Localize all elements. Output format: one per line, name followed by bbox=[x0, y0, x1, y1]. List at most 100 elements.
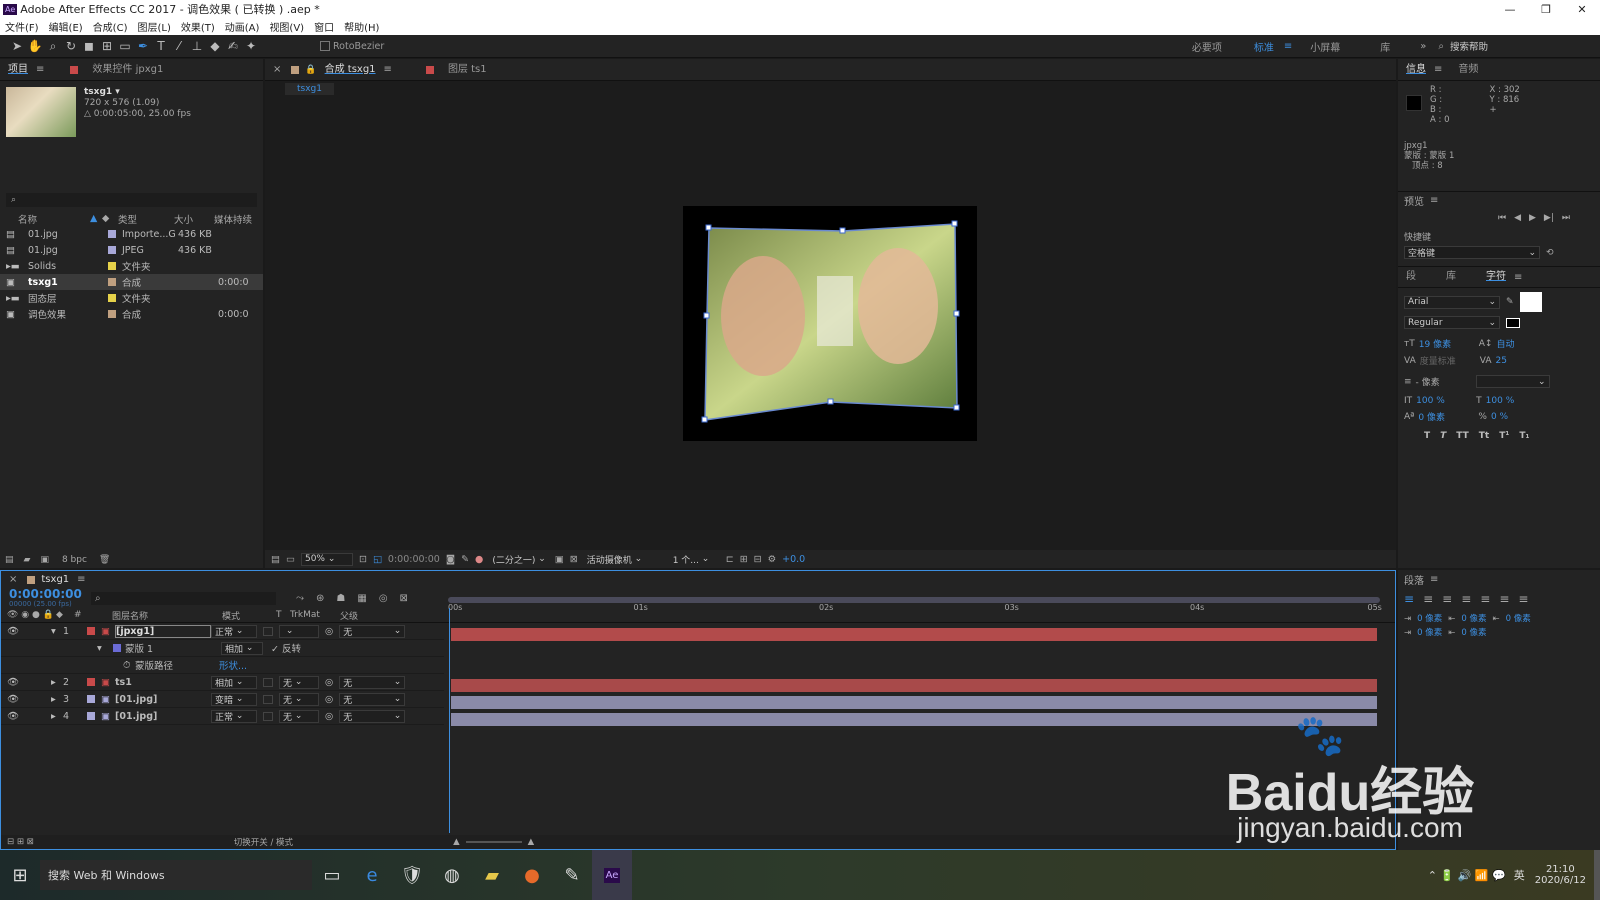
fit-icon[interactable]: ⊡ bbox=[359, 554, 367, 565]
kerning-value[interactable]: 度量标准 bbox=[1420, 354, 1476, 367]
tray-icons[interactable]: ⌃ 🔋 🔊 📶 💬 bbox=[1428, 869, 1506, 882]
rectangle-tool-icon[interactable]: ▭ bbox=[116, 37, 134, 55]
resolution-dropdown[interactable]: (二分之一) ⌄ bbox=[489, 553, 548, 566]
menu-composition[interactable]: 合成(C) bbox=[93, 19, 128, 34]
workspace-menu-icon[interactable]: ≡ bbox=[1284, 41, 1292, 52]
exposure-value[interactable]: +0.0 bbox=[782, 554, 805, 565]
edge-icon[interactable]: e bbox=[352, 850, 392, 900]
ime-indicator[interactable]: 英 bbox=[1514, 867, 1525, 883]
clock-time[interactable]: 21:10 bbox=[1535, 864, 1586, 875]
toggle-pixel-icon[interactable]: ⊏ bbox=[726, 554, 734, 565]
twirl-icon[interactable]: ▾ bbox=[51, 626, 63, 637]
timeline-timecode[interactable]: 0:00:00:00 bbox=[9, 588, 89, 600]
trkmat-dropdown[interactable]: 无 ⌄ bbox=[279, 675, 319, 689]
layer-row[interactable]: ⏱ 蒙版路径 形状... bbox=[1, 657, 444, 674]
zoom-dropdown[interactable]: 50% ⌄ bbox=[300, 552, 353, 566]
task-view-icon[interactable]: ▭ bbox=[312, 850, 352, 900]
project-item[interactable]: ▣ 调色效果 合成 0:00:0 bbox=[0, 306, 263, 322]
mask-inverted[interactable]: ✓ 反转 bbox=[271, 641, 301, 655]
project-item[interactable]: ▸▬ 固态层 文件夹 bbox=[0, 290, 263, 306]
visibility-eye-icon[interactable]: 👁 bbox=[1, 626, 51, 637]
col-layer-name[interactable]: 图层名称 bbox=[112, 609, 222, 622]
indent-first-value[interactable]: 0 像素 bbox=[1461, 612, 1486, 626]
align-center-icon[interactable]: ≡ bbox=[1423, 592, 1433, 606]
channel-icon[interactable]: ● bbox=[475, 554, 483, 565]
align-right-icon[interactable]: ≡ bbox=[1442, 592, 1452, 606]
reset-shortcut-icon[interactable]: ⟲ bbox=[1546, 248, 1554, 258]
font-size-value[interactable]: 19 像素 bbox=[1419, 337, 1475, 350]
roto-brush-tool-icon[interactable]: ✍ bbox=[224, 37, 242, 55]
justify-center-icon[interactable]: ≡ bbox=[1480, 592, 1490, 606]
mask-color[interactable] bbox=[113, 644, 121, 652]
baseline-shift-value[interactable]: 0 像素 bbox=[1418, 410, 1474, 423]
app-icon-2[interactable]: ◍ bbox=[432, 850, 472, 900]
item-name[interactable]: tsxg1 ▾ bbox=[84, 87, 191, 98]
menu-window[interactable]: 窗口 bbox=[314, 19, 334, 34]
rotobezier-checkbox[interactable] bbox=[320, 41, 330, 51]
subscript-button[interactable]: T₁ bbox=[1519, 431, 1529, 441]
layer-row[interactable]: 👁 ▾ 1 ▣ [jpxg1] 正常 ⌄ ⌄ ◎ 无 ⌄ bbox=[1, 623, 444, 640]
tab-project[interactable]: 项目 bbox=[0, 59, 36, 81]
stroke-color-swatch[interactable] bbox=[1506, 317, 1520, 328]
shy-layers-icon[interactable]: ☗ bbox=[336, 593, 345, 604]
current-time[interactable]: 0:00:00:00 bbox=[388, 554, 440, 565]
comp-menu-icon[interactable]: ≡ bbox=[384, 64, 392, 75]
menu-edit[interactable]: 编辑(E) bbox=[49, 19, 83, 34]
tsume-value[interactable]: 0 % bbox=[1491, 412, 1508, 422]
col-trkmat[interactable]: TrkMat bbox=[290, 610, 340, 620]
timeline-search[interactable]: ⌕ bbox=[91, 591, 276, 605]
pick-whip-icon[interactable]: ◎ bbox=[325, 626, 333, 637]
more-workspaces-icon[interactable]: » bbox=[1420, 41, 1426, 52]
close-timeline-icon[interactable]: × bbox=[9, 574, 17, 585]
character-menu-icon[interactable]: ≡ bbox=[1514, 272, 1522, 283]
always-preview-icon[interactable]: ▤ bbox=[271, 554, 280, 565]
preserve-transparency-checkbox[interactable] bbox=[263, 677, 273, 687]
col-t[interactable]: T bbox=[276, 610, 290, 620]
show-snapshot-icon[interactable]: ✎ bbox=[461, 554, 469, 565]
menu-layer[interactable]: 图层(L) bbox=[137, 19, 170, 34]
eraser-tool-icon[interactable]: ◆ bbox=[206, 37, 224, 55]
tracking-value[interactable]: 25 bbox=[1496, 356, 1507, 366]
layer-row[interactable]: 👁 ▸ 3 ▣ [01.jpg] 变暗 ⌄ 无 ⌄ ◎ 无 ⌄ bbox=[1, 691, 444, 708]
mask-name[interactable]: 蒙版 1 bbox=[125, 641, 221, 655]
search-help-input[interactable]: 搜索帮助 bbox=[1450, 39, 1600, 53]
playhead[interactable] bbox=[449, 608, 450, 833]
font-family-dropdown[interactable]: Arial ⌄ bbox=[1404, 295, 1500, 309]
horizontal-scale-value[interactable]: 100 % bbox=[1486, 396, 1515, 406]
layer-mode-dropdown[interactable]: 相加 ⌄ bbox=[211, 675, 257, 689]
frame-blending-icon[interactable]: ▦ bbox=[357, 593, 366, 604]
new-folder-icon[interactable]: ▰ bbox=[24, 555, 31, 565]
twirl-icon[interactable]: ▸ bbox=[51, 711, 63, 722]
pan-behind-tool-icon[interactable]: ⊞ bbox=[98, 37, 116, 55]
app-icon-1[interactable]: 🛡 bbox=[392, 850, 432, 900]
faux-italic-button[interactable]: T bbox=[1440, 431, 1446, 441]
label-color[interactable] bbox=[108, 230, 116, 238]
display-icon[interactable]: ▭ bbox=[286, 554, 295, 565]
twirl-icon[interactable]: ▸ bbox=[51, 677, 63, 688]
search-help-icon[interactable]: ⌕ bbox=[1438, 41, 1444, 52]
clock-date[interactable]: 2020/6/12 bbox=[1535, 875, 1586, 886]
zoom-in-icon[interactable]: ▲ bbox=[528, 837, 535, 847]
justify-left-icon[interactable]: ≡ bbox=[1461, 592, 1471, 606]
tab-effect-controls[interactable]: 效果控件 jpxg1 bbox=[84, 59, 171, 81]
twirl-icon[interactable]: ▾ bbox=[97, 643, 109, 654]
space-before-value[interactable]: 0 像素 bbox=[1417, 626, 1442, 640]
last-frame-icon[interactable]: ⏭ bbox=[1562, 213, 1570, 223]
transparency-grid-icon[interactable]: ⊠ bbox=[570, 554, 578, 565]
twirl-icon[interactable]: ▸ bbox=[51, 694, 63, 705]
taskbar-search[interactable]: 搜索 Web 和 Windows bbox=[40, 860, 312, 890]
align-left-icon[interactable]: ≡ bbox=[1404, 592, 1414, 606]
project-item[interactable]: ▤ 01.jpg JPEG 436 KB bbox=[0, 242, 263, 258]
layer-label-color[interactable] bbox=[87, 695, 95, 703]
layer-duration-bar[interactable] bbox=[451, 696, 1377, 709]
3d-draft-icon[interactable]: ⊞ bbox=[740, 554, 748, 565]
layer-label-color[interactable] bbox=[87, 712, 95, 720]
zoom-slider[interactable] bbox=[465, 841, 522, 843]
layer-mode-dropdown[interactable]: 正常 ⌄ bbox=[211, 624, 257, 638]
region-icon[interactable]: ◱ bbox=[373, 554, 382, 565]
start-windows-icon[interactable]: ⊞ bbox=[0, 850, 40, 900]
layer-row[interactable]: 👁 ▸ 2 ▣ ts1 相加 ⌄ 无 ⌄ ◎ 无 ⌄ bbox=[1, 674, 444, 691]
close-icon[interactable]: ✕ bbox=[1564, 3, 1600, 16]
trkmat-dropdown[interactable]: 无 ⌄ bbox=[279, 709, 319, 723]
col-duration[interactable]: 媒体持续 bbox=[214, 212, 252, 226]
